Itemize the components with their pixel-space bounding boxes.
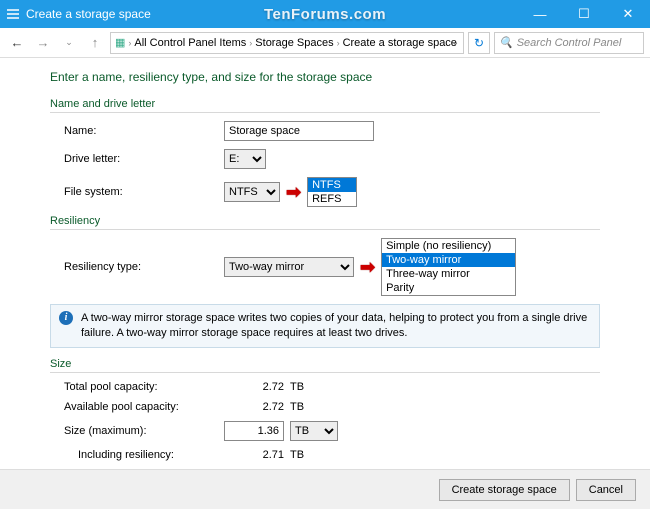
label-filesystem: File system: (64, 186, 224, 198)
breadcrumb-bar[interactable]: ▦ › All Control Panel Items › Storage Sp… (110, 32, 464, 54)
breadcrumb-history-icon[interactable]: ⌄ (451, 37, 459, 48)
fs-option-refs[interactable]: REFS (308, 192, 356, 206)
filesystem-dropdown-open: NTFS REFS (307, 177, 357, 207)
section-resiliency: Resiliency (50, 215, 600, 230)
footer-bar: Create storage space Cancel (0, 469, 650, 509)
res-option-threeway[interactable]: Three-way mirror (382, 267, 515, 281)
total-capacity-unit: TB (290, 381, 320, 393)
window-title: Create a storage space (26, 7, 151, 21)
fs-option-ntfs[interactable]: NTFS (308, 178, 356, 192)
res-option-twoway[interactable]: Two-way mirror (382, 253, 515, 267)
resiliency-dropdown-open: Simple (no resiliency) Two-way mirror Th… (381, 238, 516, 296)
res-option-simple[interactable]: Simple (no resiliency) (382, 239, 515, 253)
size-unit-select[interactable]: TB (290, 421, 338, 441)
info-icon: i (59, 311, 73, 325)
label-resiliency-type: Resiliency type: (64, 261, 224, 273)
hamburger-icon (6, 7, 20, 21)
size-input[interactable] (224, 421, 284, 441)
window-titlebar: Create a storage space TenForums.com — ☐… (0, 0, 650, 28)
maximize-button[interactable]: ☐ (562, 0, 606, 28)
avail-capacity-value: 2.72 (224, 401, 284, 413)
label-drive: Drive letter: (64, 153, 224, 165)
drive-letter-select[interactable]: E: (224, 149, 266, 169)
search-input[interactable]: 🔍 Search Control Panel (494, 32, 644, 54)
section-name-letter: Name and drive letter (50, 98, 600, 113)
label-avail-capacity: Available pool capacity: (64, 401, 224, 413)
search-icon: 🔍 (499, 36, 513, 49)
address-bar: ← → ⌄ ↑ ▦ › All Control Panel Items › St… (0, 28, 650, 58)
control-panel-icon: ▦ (115, 36, 125, 49)
create-storage-space-button[interactable]: Create storage space (439, 479, 570, 501)
avail-capacity-unit: TB (290, 401, 320, 413)
cancel-button[interactable]: Cancel (576, 479, 636, 501)
minimize-button[interactable]: — (518, 0, 562, 28)
main-content: Enter a name, resiliency type, and size … (0, 58, 650, 469)
incl-resiliency-value: 2.71 (224, 449, 284, 461)
label-name: Name: (64, 125, 224, 137)
up-button[interactable]: ↑ (84, 32, 106, 54)
page-heading: Enter a name, resiliency type, and size … (50, 70, 600, 84)
total-capacity-value: 2.72 (224, 381, 284, 393)
watermark-text: TenForums.com (264, 6, 386, 23)
back-button[interactable]: ← (6, 32, 28, 54)
incl-resiliency-unit: TB (290, 449, 320, 461)
red-arrow-icon: ➡ (360, 258, 375, 276)
filesystem-select[interactable]: NTFS (224, 182, 280, 202)
red-arrow-icon: ➡ (286, 183, 301, 201)
resiliency-info-box: i A two-way mirror storage space writes … (50, 304, 600, 348)
label-size-max: Size (maximum): (64, 425, 224, 437)
res-option-parity[interactable]: Parity (382, 281, 515, 295)
label-including-resiliency: Including resiliency: (78, 449, 224, 461)
section-size: Size (50, 358, 600, 373)
resiliency-info-text: A two-way mirror storage space writes tw… (81, 311, 591, 341)
close-button[interactable]: ✕ (606, 0, 650, 28)
resiliency-type-select[interactable]: Two-way mirror (224, 257, 354, 277)
name-input[interactable] (224, 121, 374, 141)
label-total-capacity: Total pool capacity: (64, 381, 224, 393)
refresh-button[interactable]: ↻ (468, 32, 490, 54)
recent-dropdown[interactable]: ⌄ (58, 32, 80, 54)
forward-button[interactable]: → (32, 32, 54, 54)
